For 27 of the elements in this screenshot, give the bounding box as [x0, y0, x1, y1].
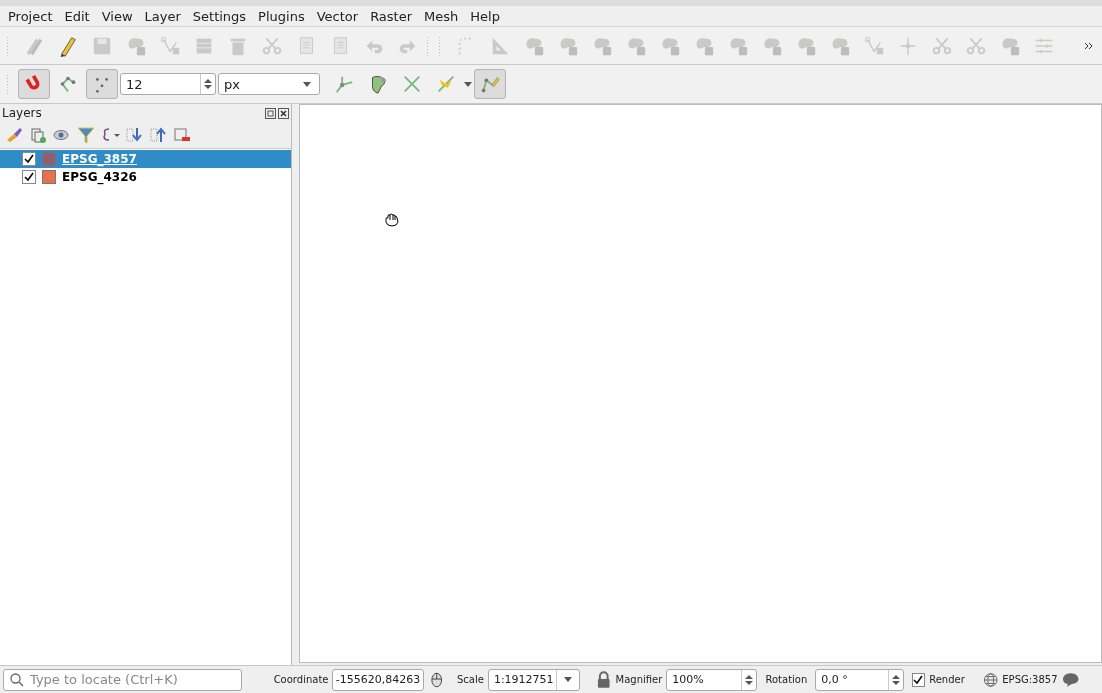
menu-item[interactable]: Plugins — [252, 8, 311, 24]
scale-dropdown[interactable]: 1:1912751 — [487, 668, 581, 691]
unit-dropdown[interactable]: px — [218, 73, 320, 95]
menu-item[interactable]: Mesh — [418, 8, 465, 24]
render-label: Render — [929, 674, 965, 685]
locator-field[interactable]: Type to locate (Ctrl+K) — [3, 668, 242, 691]
menu-item[interactable]: Settings — [186, 8, 253, 24]
tolerance-field[interactable]: 12 — [120, 73, 216, 95]
crs-button[interactable]: EPSG:3857 — [1002, 674, 1058, 685]
panel-title: Layers — [2, 106, 42, 120]
menu-item[interactable]: Edit — [58, 8, 96, 24]
rotation-field[interactable]: 0,0 ° — [815, 668, 904, 691]
magnifier-field[interactable]: 100% — [666, 668, 758, 691]
layer-name: EPSG_3857 — [62, 152, 137, 166]
menu-item[interactable]: Layer — [138, 8, 187, 24]
menu-item[interactable]: View — [95, 8, 139, 24]
layer-row[interactable]: EPSG_3857 — [0, 150, 291, 168]
layer-name: EPSG_4326 — [62, 170, 137, 184]
coordinate-field[interactable]: -155620,84263 — [332, 668, 424, 691]
menu-item[interactable]: Vector — [310, 8, 365, 24]
magnifier-label: Magnifier — [615, 674, 663, 685]
coordinate-label: Coordinate — [273, 674, 329, 685]
rotation-label: Rotation — [765, 674, 808, 685]
menu-item[interactable]: Help — [464, 8, 506, 24]
scale-label: Scale — [457, 674, 484, 685]
menu-item[interactable]: Raster — [364, 8, 419, 24]
menu-item[interactable]: Project — [2, 8, 59, 24]
